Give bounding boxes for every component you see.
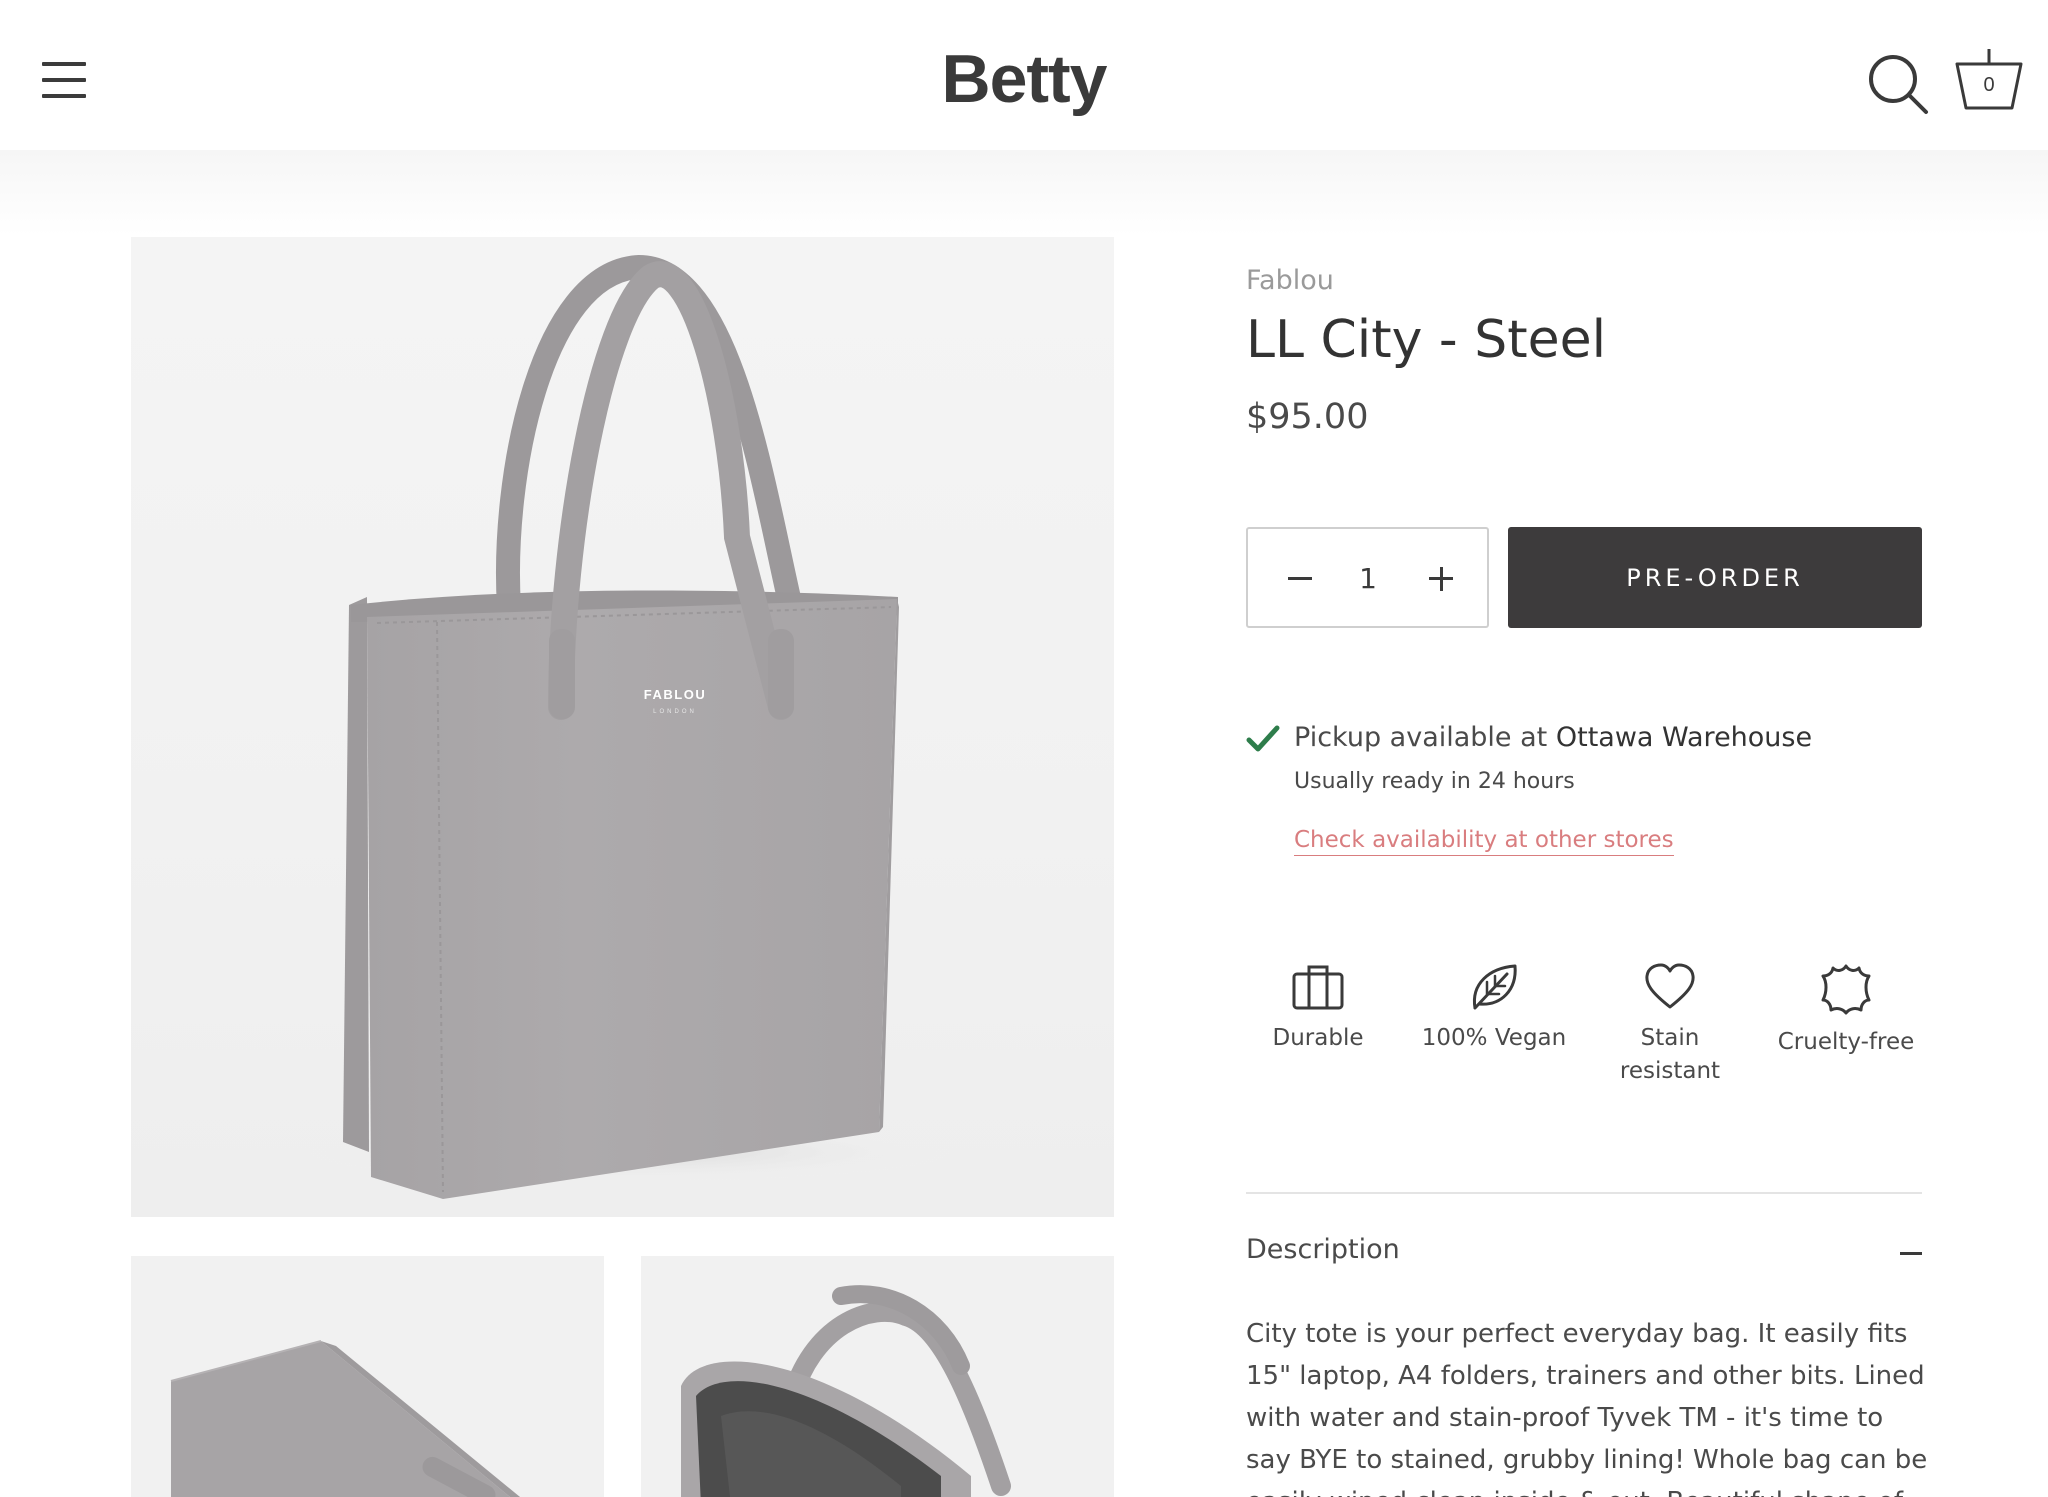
pre-order-button[interactable]: PRE-ORDER <box>1508 527 1922 628</box>
bag-subbrand-text: LONDON <box>653 709 697 715</box>
tote-bag-interior-image <box>681 1285 1011 1497</box>
collapse-minus-icon[interactable] <box>1900 1252 1922 1255</box>
description-accordion-header[interactable]: Description <box>1246 1230 1922 1280</box>
checkmark-icon <box>1246 725 1280 752</box>
product-title: LL City - Steel <box>1246 310 1607 370</box>
description-body: City tote is your perfect everyday bag. … <box>1246 1319 1928 1497</box>
quantity-input[interactable] <box>1322 555 1414 601</box>
product-thumbnail-bottom[interactable] <box>131 1256 604 1497</box>
product-thumbnail-interior[interactable] <box>641 1256 1114 1497</box>
main-product-image[interactable]: FABLOU LONDON <box>131 237 1114 1217</box>
feature-durable: Durable <box>1228 962 1408 1055</box>
description-title: Description <box>1246 1234 1400 1265</box>
site-header: Betty 0 <box>0 0 2048 236</box>
site-logo[interactable]: Betty <box>0 40 2048 118</box>
leather-hide-icon <box>1821 964 1871 1015</box>
tote-bag-image: FABLOU LONDON <box>301 254 961 1199</box>
leaf-icon <box>1472 964 1517 1010</box>
feature-label: Stain resistant <box>1619 1025 1721 1084</box>
product-price: $95.00 <box>1246 397 1369 437</box>
product-vendor[interactable]: Fablou <box>1246 265 1334 296</box>
feature-cruelty-free: Cruelty-free <box>1756 962 1936 1059</box>
briefcase-icon <box>1292 965 1344 1010</box>
feature-label: Cruelty-free <box>1777 1029 1915 1055</box>
feature-label: 100% Vegan <box>1421 1025 1567 1051</box>
cart-button[interactable]: 0 <box>1954 46 2024 114</box>
feature-label: Durable <box>1272 1025 1364 1051</box>
cart-count: 0 <box>1983 74 1995 96</box>
heart-icon <box>1645 963 1695 1009</box>
header-shadow <box>0 150 2048 236</box>
pickup-text: Pickup available at <box>1294 722 1548 753</box>
feature-stain-resistant: Stain resistant <box>1580 962 1760 1088</box>
quantity-stepper <box>1246 527 1489 628</box>
bag-brand-text: FABLOU <box>644 687 706 702</box>
check-availability-link[interactable]: Check availability at other stores <box>1294 827 1674 856</box>
description-divider <box>1246 1192 1922 1194</box>
feature-vegan: 100% Vegan <box>1404 962 1584 1055</box>
pickup-ready-time: Usually ready in 24 hours <box>1294 769 1575 794</box>
pickup-availability: Pickup available at Ottawa Warehouse <box>1294 722 1812 753</box>
quantity-increase-button[interactable] <box>1419 557 1463 601</box>
pickup-location: Ottawa Warehouse <box>1555 722 1813 753</box>
quantity-decrease-button[interactable] <box>1278 557 1322 601</box>
tote-bag-bottom-image <box>170 1340 521 1497</box>
product-page: Betty 0 FABLOU LONDON Fablou LL City - S… <box>0 0 2048 1497</box>
search-icon[interactable] <box>1866 52 1930 116</box>
